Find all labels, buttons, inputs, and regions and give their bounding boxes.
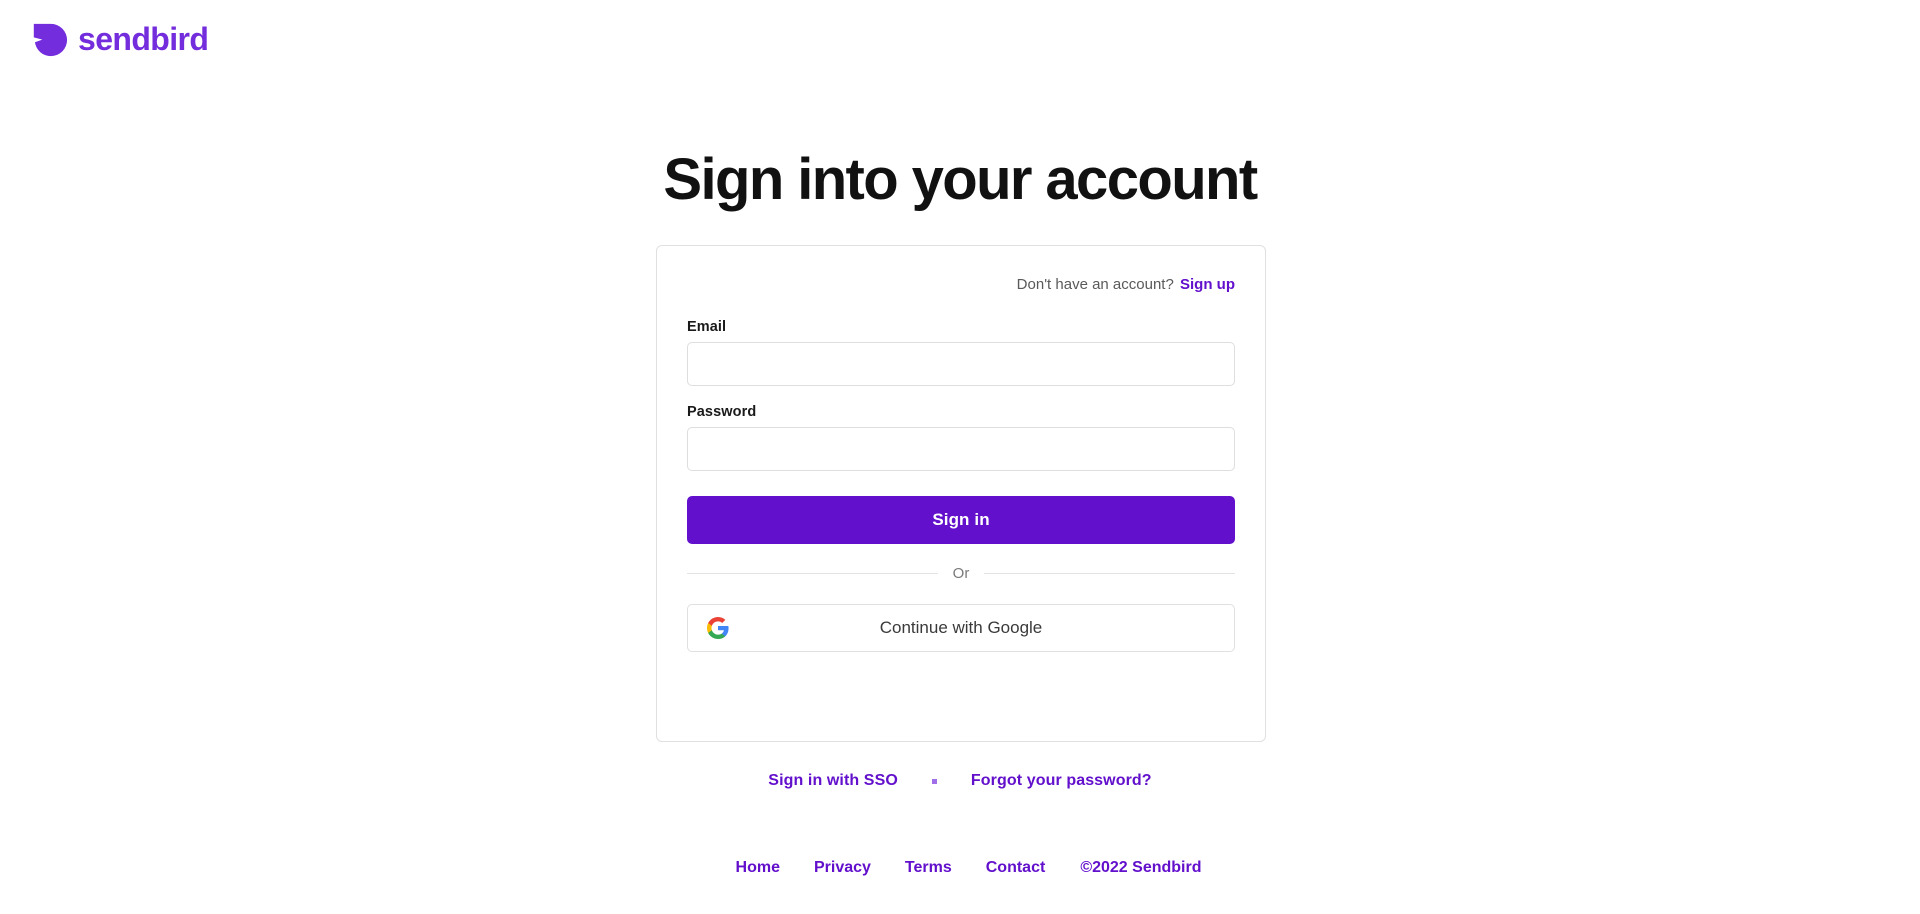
or-divider: Or xyxy=(687,565,1236,582)
footer-copyright: ©2022 Sendbird xyxy=(1080,859,1202,876)
alternate-signin-links: Sign in with SSO Forgot your password? xyxy=(0,772,1920,790)
page-title: Sign into your account xyxy=(663,146,1258,212)
sign-in-button[interactable]: Sign in xyxy=(687,496,1235,544)
email-label: Email xyxy=(687,319,727,335)
continue-with-google-button[interactable]: Continue with Google xyxy=(687,604,1235,652)
google-button-label: Continue with Google xyxy=(879,618,1043,637)
footer-link-terms[interactable]: Terms xyxy=(905,859,952,877)
divider-rule-right xyxy=(984,573,1236,574)
divider-label: Or xyxy=(952,565,970,582)
password-label: Password xyxy=(687,404,757,420)
sign-in-with-sso-link[interactable]: Sign in with SSO xyxy=(768,772,898,790)
sendbird-logo[interactable]: sendbird xyxy=(30,20,209,60)
signup-prompt-text: Don't have an account? xyxy=(1016,276,1174,293)
signup-prompt-row: Don't have an account? Sign up xyxy=(687,274,1235,295)
forgot-password-link[interactable]: Forgot your password? xyxy=(971,772,1152,790)
footer-link-home[interactable]: Home xyxy=(736,859,780,877)
password-input[interactable] xyxy=(687,427,1235,471)
footer: Home Privacy Terms Contact ©2022 Sendbir… xyxy=(0,859,1920,877)
google-g-icon xyxy=(707,617,729,639)
sign-up-link[interactable]: Sign up xyxy=(1180,276,1235,293)
divider-rule-left xyxy=(687,573,938,574)
email-input[interactable] xyxy=(687,342,1235,386)
password-field-group: Password xyxy=(687,404,1235,471)
footer-link-contact[interactable]: Contact xyxy=(986,859,1046,877)
sendbird-wordmark: sendbird xyxy=(78,21,209,57)
footer-link-privacy[interactable]: Privacy xyxy=(814,859,871,877)
signin-page: sendbird Sign into your account Don't ha… xyxy=(0,0,1920,914)
square-dot-separator-icon xyxy=(931,778,937,784)
sendbird-mark-icon xyxy=(33,23,68,57)
signin-card: Don't have an account? Sign up Email Pas… xyxy=(656,245,1266,742)
email-field-group: Email xyxy=(687,319,1235,386)
